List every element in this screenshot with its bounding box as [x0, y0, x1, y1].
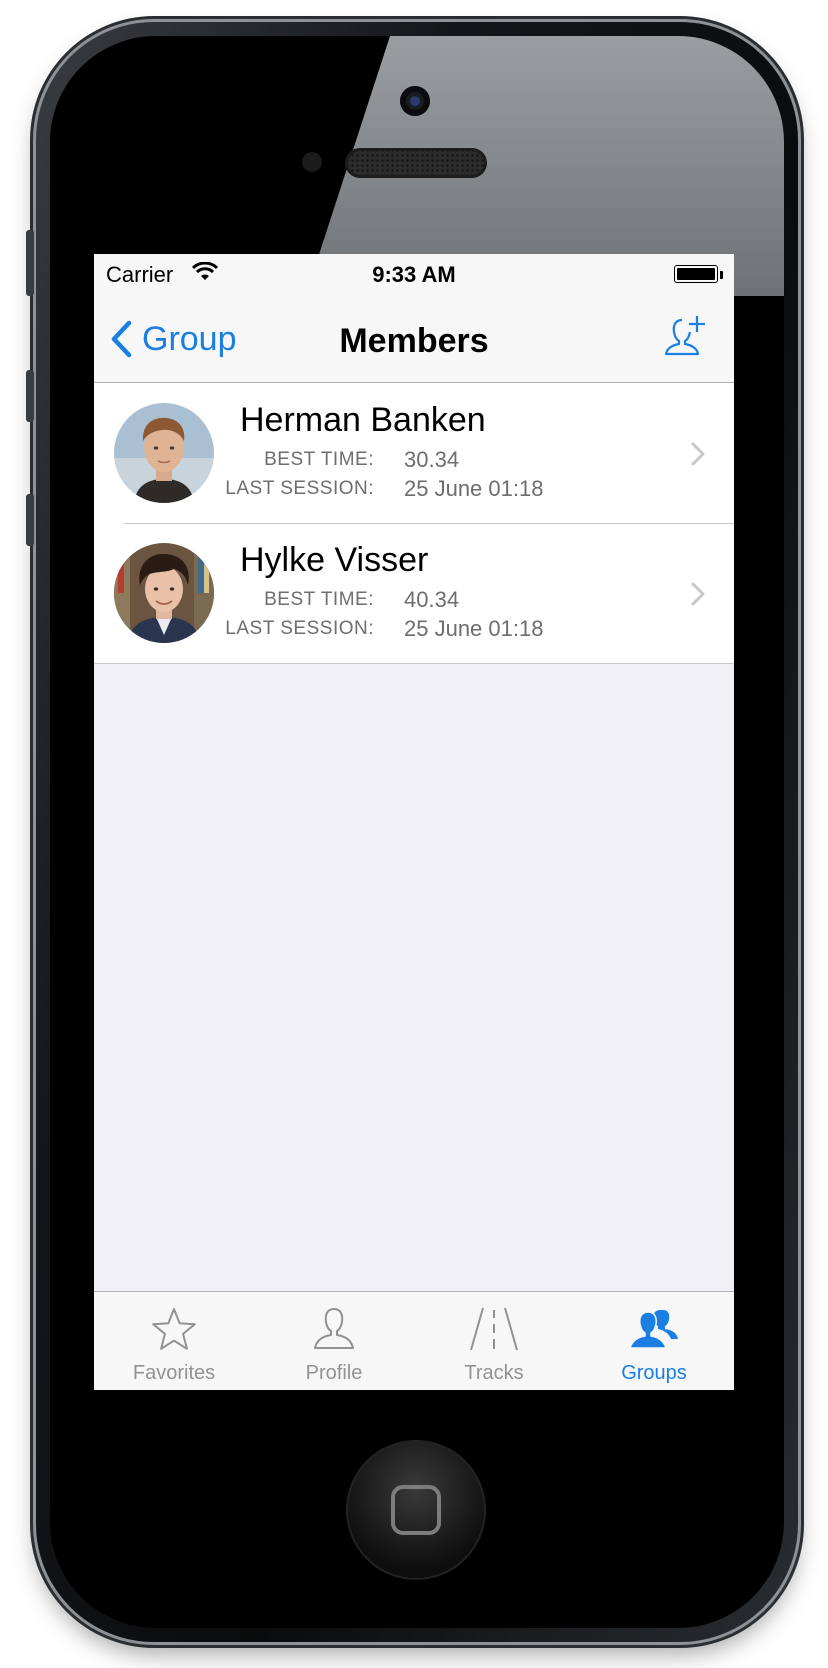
battery-nub	[720, 271, 723, 279]
add-member-icon[interactable]	[664, 314, 706, 360]
member-row[interactable]: Herman Banken BEST TIME: 30.34 LAST SESS…	[94, 383, 734, 523]
status-bar: Carrier 9:33 AM	[94, 254, 734, 296]
volume-up-button	[26, 370, 34, 422]
group-icon	[629, 1310, 678, 1349]
page-title: Members	[339, 322, 489, 360]
tab-tracks-label: Tracks	[464, 1362, 524, 1384]
earpiece-speaker	[345, 148, 487, 178]
last-session-label: LAST SESSION:	[225, 478, 374, 499]
member-name: Hylke Visser	[240, 541, 429, 579]
volume-down-button	[26, 494, 34, 546]
tab-groups-label: Groups	[621, 1362, 687, 1384]
person-icon	[314, 1308, 354, 1349]
home-square-icon	[391, 1485, 441, 1535]
screen: Carrier 9:33 AM Group Members Herman Ban…	[94, 254, 734, 1390]
chevron-right-icon	[691, 582, 705, 606]
best-time-value: 40.34	[404, 587, 460, 612]
best-time-value: 30.34	[404, 447, 460, 472]
tab-profile-label: Profile	[305, 1362, 363, 1384]
tab-bar: Favorites Profile Tracks Groups	[94, 1291, 734, 1390]
home-button[interactable]	[346, 1440, 486, 1580]
status-time: 9:33 AM	[372, 262, 456, 287]
navigation-bar: Group Members	[94, 296, 734, 383]
mute-switch	[26, 230, 34, 296]
tab-favorites[interactable]: Favorites	[94, 1292, 254, 1390]
last-session-value: 25 June 01:18	[404, 616, 544, 641]
star-icon	[152, 1308, 196, 1350]
best-time-label: BEST TIME:	[264, 449, 374, 470]
proximity-sensor	[302, 152, 322, 172]
last-session-label: LAST SESSION:	[225, 618, 374, 639]
front-camera	[400, 86, 430, 116]
tab-favorites-label: Favorites	[132, 1362, 216, 1384]
chevron-right-icon	[691, 442, 705, 466]
tab-groups[interactable]: Groups	[574, 1292, 734, 1390]
tab-tracks[interactable]: Tracks	[414, 1292, 574, 1390]
battery-icon	[674, 265, 718, 283]
members-list: Herman Banken BEST TIME: 30.34 LAST SESS…	[94, 383, 734, 664]
member-row[interactable]: Hylke Visser BEST TIME: 40.34 LAST SESSI…	[94, 523, 734, 663]
best-time-label: BEST TIME:	[264, 589, 374, 610]
tab-profile[interactable]: Profile	[254, 1292, 414, 1390]
last-session-value: 25 June 01:18	[404, 476, 544, 501]
member-name: Herman Banken	[240, 401, 486, 439]
road-icon	[470, 1307, 518, 1351]
